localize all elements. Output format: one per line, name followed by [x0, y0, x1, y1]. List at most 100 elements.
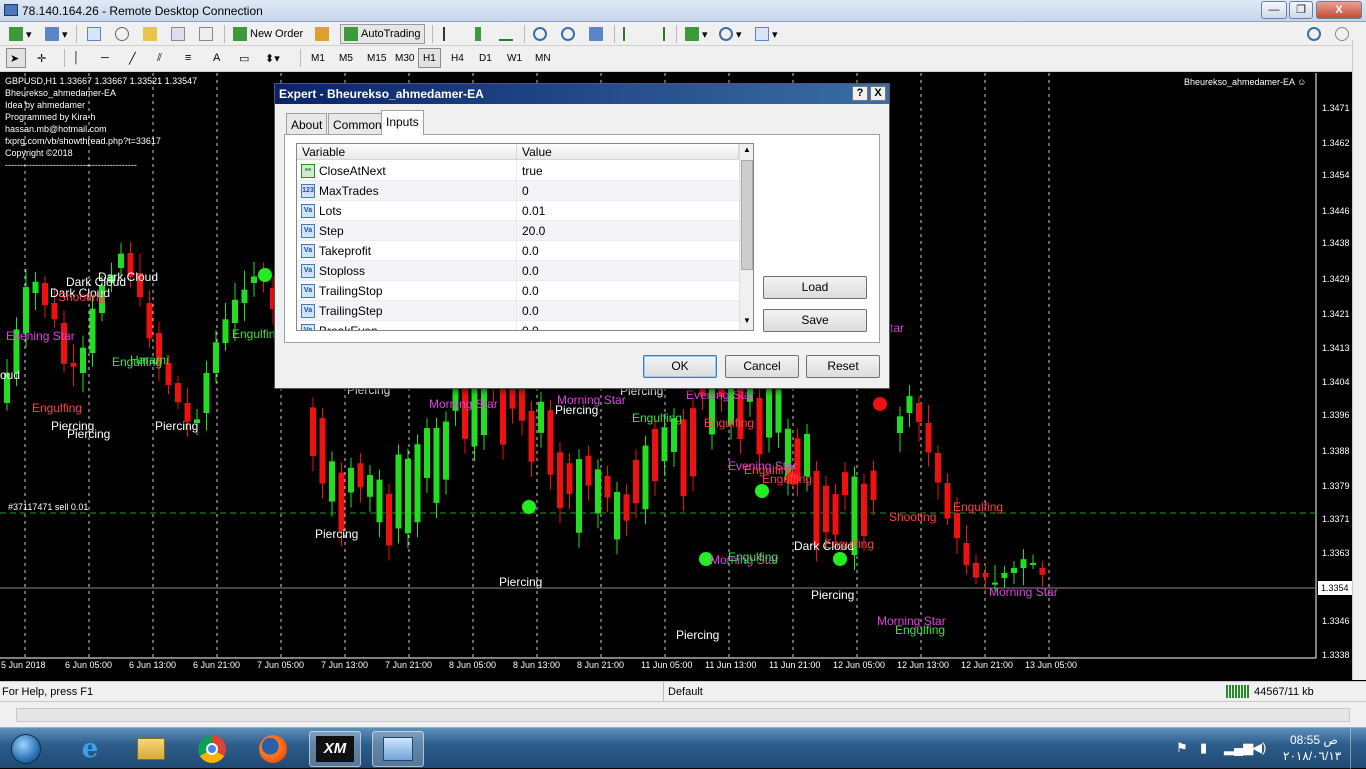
market-watch-button[interactable] — [84, 24, 107, 44]
input-row-trailingstep[interactable]: Va TrailingStep 0.0 — [297, 301, 739, 321]
scroll-thumb[interactable] — [741, 160, 753, 270]
taskbar-xm[interactable]: XM — [309, 731, 361, 767]
input-row-takeprofit[interactable]: Va Takeprofit 0.0 — [297, 241, 739, 261]
fibo-tool[interactable]: ≡ — [182, 48, 202, 68]
input-row-breakeven[interactable]: Va BreakEven 0.0 — [297, 321, 739, 331]
minimize-button[interactable]: — — [1261, 1, 1287, 19]
chart-shift-button[interactable] — [648, 24, 671, 44]
input-value[interactable]: true — [522, 164, 543, 178]
save-button[interactable]: Save — [763, 309, 867, 332]
taskbar-file-explorer[interactable] — [125, 731, 177, 767]
inputs-grid[interactable]: Variable Value ⚯ CloseAtNext true 123 MaxTra… — [296, 143, 754, 331]
vertical-scrollbar[interactable] — [1352, 40, 1366, 680]
horizontal-scrollbar[interactable] — [0, 701, 1366, 727]
periods-button[interactable]: ▾ — [716, 24, 745, 44]
flag-icon[interactable]: ⚑ — [1176, 740, 1188, 756]
taskbar-chrome[interactable] — [186, 731, 238, 767]
timeframe-m1[interactable]: M1 — [306, 48, 330, 68]
text-tool[interactable]: A — [210, 48, 230, 68]
input-row-trailingstop[interactable]: Va TrailingStop 0.0 — [297, 281, 739, 301]
data-window-button[interactable] — [112, 24, 135, 44]
auto-scroll-button[interactable] — [620, 24, 643, 44]
arrows-tool[interactable]: ⬍▾ — [262, 48, 283, 68]
column-value[interactable]: Value — [517, 144, 739, 160]
terminal-button[interactable] — [168, 24, 191, 44]
timeframe-m5[interactable]: M5 — [334, 48, 358, 68]
taskbar-remote-desktop[interactable] — [372, 731, 424, 767]
candle-body — [1039, 568, 1046, 575]
horizontal-line-tool[interactable]: ─ — [98, 48, 118, 68]
tile-windows-icon — [589, 27, 603, 41]
timeframe-h1[interactable]: H1 — [418, 48, 441, 68]
close-button[interactable]: X — [1316, 1, 1362, 19]
tab-about[interactable]: About — [286, 113, 328, 134]
input-value[interactable]: 0.0 — [522, 284, 539, 298]
reset-button[interactable]: Reset — [806, 355, 880, 378]
input-variable: BreakEven — [319, 324, 378, 331]
input-row-closeatnext[interactable]: ⚯ CloseAtNext true — [297, 161, 739, 181]
new-chart-button[interactable]: ▾ — [6, 24, 35, 44]
input-value[interactable]: 0.0 — [522, 244, 539, 258]
input-row-step[interactable]: Va Step 20.0 — [297, 221, 739, 241]
network-icon[interactable]: ▂▄▆ — [1224, 740, 1253, 756]
input-value[interactable]: 0.01 — [522, 204, 545, 218]
input-row-stoploss[interactable]: Va Stoploss 0.0 — [297, 261, 739, 281]
dialog-close-button[interactable]: X — [870, 86, 886, 101]
input-value[interactable]: 0.0 — [522, 324, 539, 330]
trendline-tool[interactable]: ╱ — [126, 48, 146, 68]
input-value[interactable]: 0.0 — [522, 304, 539, 318]
search-button[interactable] — [1304, 24, 1327, 44]
input-row-lots[interactable]: Va Lots 0.01 — [297, 201, 739, 221]
cancel-button[interactable]: Cancel — [725, 355, 799, 378]
tile-windows-button[interactable] — [586, 24, 609, 44]
input-value[interactable]: 0.0 — [522, 264, 539, 278]
cursor-tool[interactable]: ➤ — [6, 48, 26, 68]
crosshair-tool[interactable]: ✛ — [34, 48, 54, 68]
ok-button[interactable]: OK — [643, 355, 717, 378]
help-button[interactable]: ? — [852, 86, 868, 101]
timeframe-mn[interactable]: MN — [530, 48, 556, 68]
column-variable[interactable]: Variable — [297, 144, 517, 160]
navigator-button[interactable] — [140, 24, 163, 44]
timeframe-d1[interactable]: D1 — [474, 48, 497, 68]
candle-body — [319, 418, 326, 484]
load-button[interactable]: Load — [763, 276, 867, 299]
profiles-button[interactable]: ▾ — [42, 24, 71, 44]
hscroll-track[interactable] — [16, 708, 1350, 722]
indicators-button[interactable]: ▾ — [682, 24, 711, 44]
volume-icon[interactable]: ◀) — [1252, 740, 1266, 756]
clock-date[interactable]: ٢٠١٨/٠٦/١٣ — [1283, 749, 1341, 763]
timeframe-m30[interactable]: M30 — [390, 48, 419, 68]
templates-button[interactable]: ▾ — [752, 24, 781, 44]
new-order-button[interactable]: New Order — [230, 24, 306, 44]
timeframe-m15[interactable]: M15 — [362, 48, 391, 68]
metaeditor-button[interactable] — [312, 24, 335, 44]
timeframe-h4[interactable]: H4 — [446, 48, 469, 68]
label-tool[interactable]: ▭ — [236, 48, 256, 68]
input-row-maxtrades[interactable]: 123 MaxTrades 0 — [297, 181, 739, 201]
candlestick-button[interactable] — [468, 24, 488, 44]
scroll-down-icon[interactable]: ▼ — [741, 316, 753, 329]
tab-inputs[interactable]: Inputs — [381, 110, 424, 135]
zoom-in-button[interactable] — [530, 24, 553, 44]
input-value[interactable]: 20.0 — [522, 224, 545, 238]
show-desktop-button[interactable] — [1350, 728, 1366, 769]
input-value[interactable]: 0 — [522, 184, 529, 198]
restore-button[interactable]: ❐ — [1289, 1, 1313, 19]
grid-scrollbar[interactable]: ▲ ▼ — [739, 144, 753, 330]
start-button[interactable] — [2, 731, 50, 767]
clock-time[interactable]: 08:55 ص — [1290, 733, 1338, 747]
channel-tool[interactable]: ⫽ — [154, 48, 174, 68]
bar-chart-button[interactable] — [440, 24, 463, 44]
strategy-tester-button[interactable] — [196, 24, 219, 44]
taskbar-internet-explorer[interactable]: e — [64, 731, 116, 767]
taskbar-firefox[interactable] — [247, 731, 299, 767]
autotrading-button[interactable]: AutoTrading — [340, 24, 425, 44]
line-chart-button[interactable] — [496, 24, 519, 44]
vertical-line-tool[interactable]: │ — [70, 48, 90, 68]
scroll-up-icon[interactable]: ▲ — [741, 145, 753, 158]
tab-common[interactable]: Common — [328, 113, 387, 134]
battery-icon[interactable]: ▮ — [1200, 740, 1207, 756]
zoom-out-button[interactable] — [558, 24, 581, 44]
timeframe-w1[interactable]: W1 — [502, 48, 527, 68]
